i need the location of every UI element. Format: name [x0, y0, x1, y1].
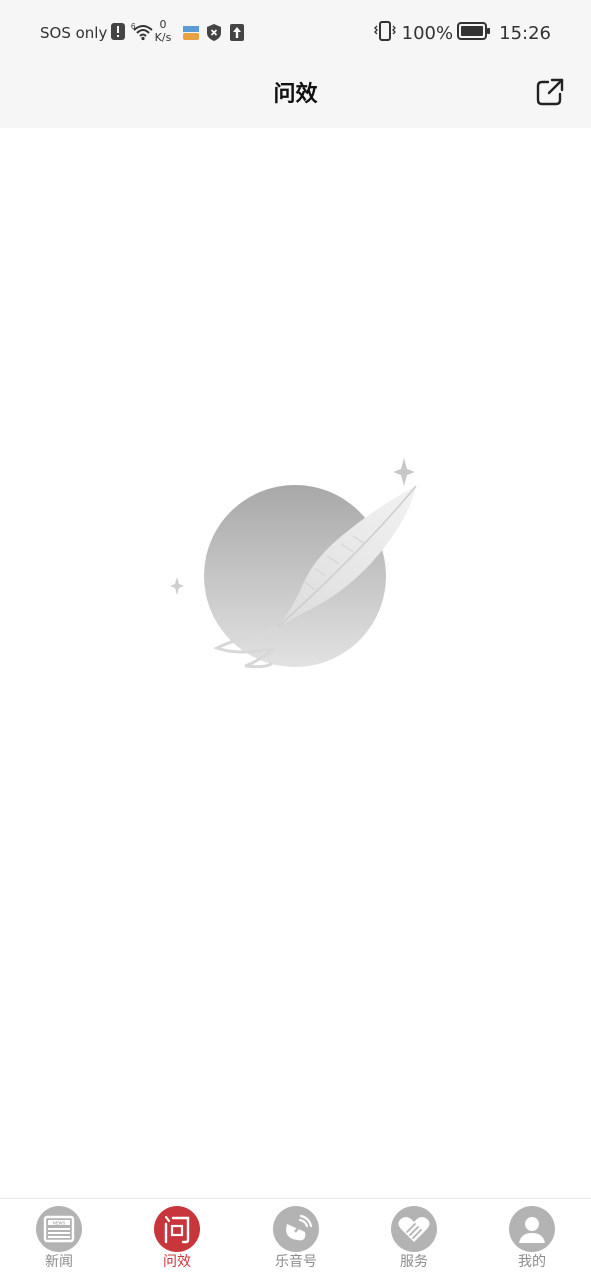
- svg-text:NEWS: NEWS: [53, 1220, 66, 1225]
- status-right: 100% 15:26: [373, 20, 551, 46]
- open-external-icon: [536, 78, 564, 106]
- page-title: 问效: [273, 82, 318, 107]
- app-notification-icon: [182, 24, 200, 46]
- sim-alert-icon: [111, 22, 126, 44]
- nav-label-mine: 我的: [518, 1254, 546, 1270]
- nav-label-news: 新闻: [45, 1254, 73, 1270]
- carrier-text: SOS only: [40, 24, 108, 42]
- status-left: SOS only 6: [40, 20, 155, 46]
- shield-icon: [207, 24, 221, 45]
- open-external-button[interactable]: [534, 76, 566, 108]
- network-speed-unit: K/s: [154, 31, 172, 44]
- battery-percent: 100%: [401, 22, 454, 44]
- empty-state-feather-icon: [165, 458, 425, 678]
- user-icon: [509, 1206, 555, 1252]
- vibrate-icon: [373, 21, 396, 45]
- status-bar: SOS only 6 0 K/s 100% 15:26: [0, 0, 591, 66]
- satellite-dish-icon: [273, 1206, 319, 1252]
- nav-item-service[interactable]: 服务: [369, 1206, 459, 1278]
- upload-icon: [230, 24, 244, 45]
- nav-item-question[interactable]: 问效: [132, 1206, 222, 1278]
- nav-label-music: 乐音号: [275, 1254, 317, 1270]
- bottom-navigation: NEWS 新闻 问效 乐音号 服务 我的: [0, 1198, 591, 1281]
- content-area: [0, 128, 591, 1198]
- nav-item-news[interactable]: NEWS 新闻: [14, 1206, 104, 1278]
- clock: 15:26: [499, 22, 551, 44]
- battery-icon: [457, 22, 491, 44]
- nav-label-service: 服务: [400, 1254, 428, 1270]
- network-speed: 0 K/s: [152, 18, 174, 44]
- heart-handshake-icon: [391, 1206, 437, 1252]
- network-speed-value: 0: [159, 18, 167, 31]
- nav-item-mine[interactable]: 我的: [487, 1206, 577, 1278]
- news-icon: NEWS: [36, 1206, 82, 1252]
- title-bar: 问效: [0, 66, 591, 128]
- question-icon: [154, 1206, 200, 1252]
- nav-label-question: 问效: [163, 1254, 191, 1270]
- nav-item-music[interactable]: 乐音号: [251, 1206, 341, 1278]
